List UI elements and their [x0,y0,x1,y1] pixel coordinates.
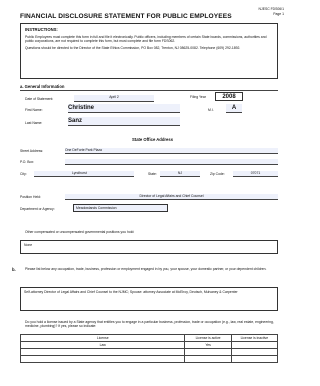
header-active: License is active [184,334,232,342]
form-id: NJESC FDS06/1 [258,7,284,11]
department-label: Department or Agency: [20,207,55,211]
divider [20,90,278,91]
date-field[interactable]: April 2 [74,95,154,102]
license-inactive-cell[interactable] [230,348,279,356]
table-row [19,348,279,356]
section-b-text: Please list below any occupation, trade,… [25,267,267,271]
date-label: Date of Statement: [25,97,54,101]
state-label: State: [148,172,157,176]
section-b-letter: b. [12,267,16,272]
filing-year-field[interactable]: 2008 [215,92,243,101]
mi-field[interactable]: A [226,104,242,113]
other-positions-field[interactable]: None [20,240,278,254]
license-question: Do you hold a license issued by a State … [25,320,274,329]
instructions-heading: INSTRUCTIONS: [25,27,58,32]
last-name-label: Last Name: [25,121,43,125]
other-positions-label: Other compensated or uncompensated gover… [25,230,135,234]
table-header-row: License License is active License is ina… [19,334,279,342]
office-heading: State Office Address [132,137,174,142]
zip-label: Zip Code: [210,172,225,176]
license-active-cell[interactable]: Yes [184,341,232,349]
department-field[interactable]: Meadowlands Commission [73,204,168,212]
table-row [19,355,279,363]
occupation-field[interactable]: Self-attorney Director of Legal Affairs … [20,287,278,311]
position-field[interactable]: Director of Legal Affairs and Chief Coun… [65,194,278,200]
instructions-box: INSTRUCTIONS: Public Employees must comp… [20,23,278,79]
section-a-heading: a. General Information [20,84,65,89]
license-name-cell[interactable] [19,348,186,356]
first-name-field[interactable]: Christine [68,104,180,113]
zip-field[interactable]: 07071 [233,171,278,177]
license-inactive-cell[interactable] [230,355,279,363]
city-label: City: [20,172,27,176]
street-label: Street Address: [20,149,44,153]
last-name-field[interactable]: Sanz [68,117,180,126]
license-inactive-cell[interactable] [230,341,279,349]
mi-label: M.I. [208,108,214,112]
license-table: License License is active License is ina… [19,334,279,363]
street-field[interactable]: One DeForte Park Plaza [65,148,278,154]
instructions-contact: Questions should be directed to the Dire… [25,46,241,51]
filing-year-label: Filing Year [190,95,206,99]
form-title: FINANCIAL DISCLOSURE STATEMENT FOR PUBLI… [20,13,232,20]
state-field[interactable]: NJ [160,171,200,177]
header-inactive: License is inactive [230,334,279,342]
license-active-cell[interactable] [184,355,232,363]
first-name-label: First Name: [25,108,43,112]
license-name-cell[interactable] [19,355,186,363]
city-field[interactable]: Lyndhurst [34,171,134,177]
position-label: Position Held: [20,195,41,199]
po-box-field[interactable] [65,159,278,165]
license-name-cell[interactable]: Law [19,341,186,349]
license-active-cell[interactable] [184,348,232,356]
instructions-text: Public Employees must complete this form… [25,35,267,44]
header-license: License [19,334,186,342]
table-row: Law Yes [19,341,279,349]
po-box-label: P.O. Box: [20,160,35,164]
page-number: Page 1 [273,12,284,16]
